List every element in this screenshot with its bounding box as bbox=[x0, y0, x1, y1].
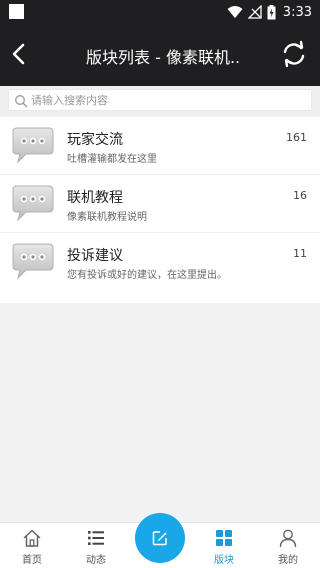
forum-row-tutorials[interactable]: 联机教程 像素联机教程说明 16 bbox=[0, 175, 320, 233]
tab-forums[interactable]: 版块 bbox=[192, 523, 256, 568]
person-icon bbox=[279, 529, 297, 548]
forum-post-count: 161 bbox=[286, 131, 307, 144]
back-arrow-icon[interactable] bbox=[8, 41, 32, 67]
tab-label: 首页 bbox=[22, 555, 42, 566]
no-signal-icon bbox=[247, 5, 262, 19]
tab-label: 版块 bbox=[214, 555, 234, 566]
page-title: 版块列表 - 像素联机.. bbox=[86, 48, 241, 67]
chat-bubble-icon bbox=[12, 127, 54, 164]
forum-name: 投诉建议 bbox=[67, 248, 123, 264]
wifi-icon bbox=[227, 6, 243, 18]
search-box[interactable] bbox=[8, 89, 312, 111]
forum-list: 玩家交流 吐槽灌输都发在这里 161 联机教程 像素联机教程说明 16 投诉建议… bbox=[0, 117, 320, 291]
tab-home[interactable]: 首页 bbox=[0, 523, 64, 568]
grid-icon bbox=[216, 530, 232, 546]
forum-row-players[interactable]: 玩家交流 吐槽灌输都发在这里 161 bbox=[0, 117, 320, 175]
forum-post-count: 11 bbox=[293, 247, 307, 260]
forum-name: 联机教程 bbox=[67, 190, 123, 206]
tab-profile[interactable]: 我的 bbox=[256, 523, 320, 568]
forum-description: 吐槽灌输都发在这里 bbox=[67, 154, 157, 165]
chat-bubble-icon bbox=[12, 243, 54, 280]
status-time: 3:33 bbox=[282, 4, 312, 20]
forum-description: 像素联机教程说明 bbox=[67, 212, 147, 223]
list-icon bbox=[88, 531, 104, 545]
forum-row-feedback[interactable]: 投诉建议 您有投诉或好的建议，在这里提出。 11 bbox=[0, 233, 320, 291]
app-notification-icon bbox=[9, 4, 24, 19]
compose-button[interactable] bbox=[135, 513, 185, 563]
battery-charging-icon bbox=[267, 4, 276, 19]
chat-bubble-icon bbox=[12, 185, 54, 222]
tab-label: 我的 bbox=[278, 555, 298, 566]
forum-description: 您有投诉或好的建议，在这里提出。 bbox=[67, 270, 227, 281]
list-footer bbox=[0, 289, 320, 303]
search-input[interactable] bbox=[31, 90, 301, 110]
forum-post-count: 16 bbox=[293, 189, 307, 202]
compose-icon bbox=[152, 531, 167, 546]
home-icon bbox=[23, 529, 41, 547]
tab-label: 动态 bbox=[86, 555, 106, 566]
top-app-bar: 版块列表 - 像素联机.. bbox=[0, 24, 320, 86]
tab-activity[interactable]: 动态 bbox=[64, 523, 128, 568]
refresh-icon[interactable] bbox=[280, 40, 308, 68]
forum-name: 玩家交流 bbox=[67, 132, 123, 148]
search-bar-container bbox=[0, 86, 320, 116]
status-bar: 3:33 bbox=[0, 0, 320, 24]
search-icon bbox=[15, 95, 28, 108]
